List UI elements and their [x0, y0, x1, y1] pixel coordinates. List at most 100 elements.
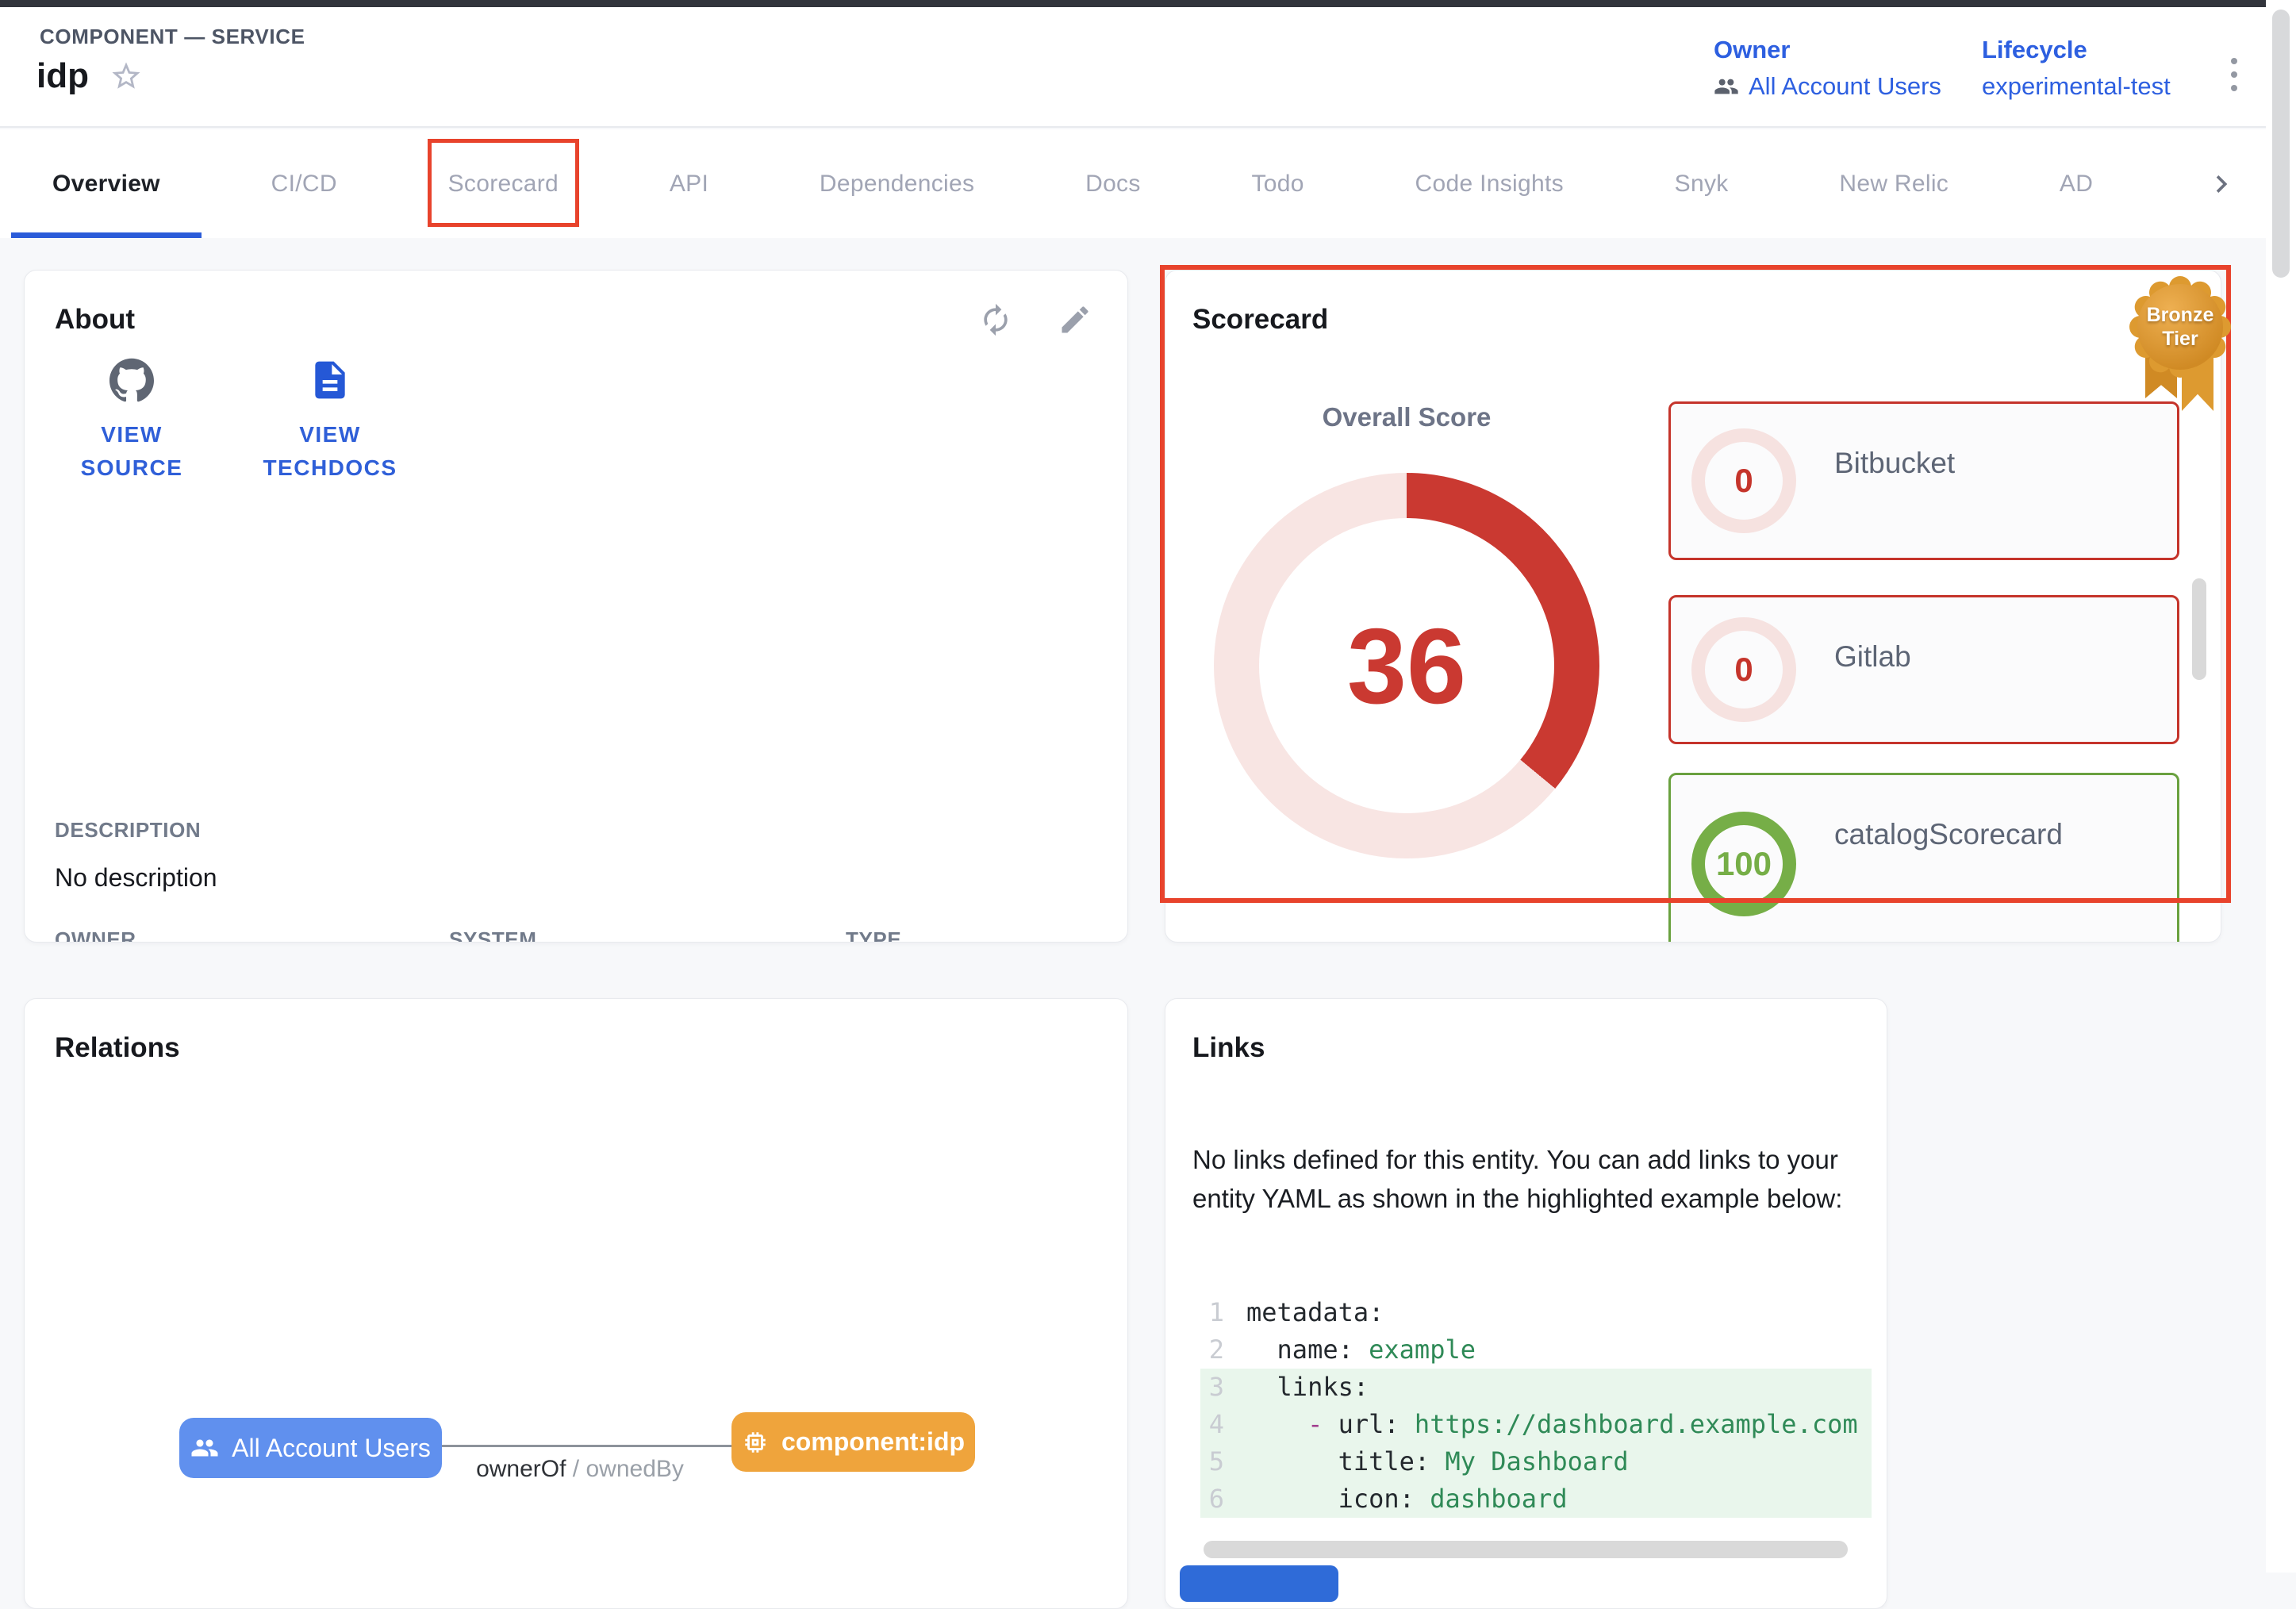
relations-card: Relations All Account Users component:id… [24, 998, 1128, 1609]
tab-code-insights[interactable]: Code Insights [1415, 129, 1564, 238]
star-icon[interactable] [109, 60, 143, 93]
description-value: No description [55, 863, 217, 893]
scorecard-item-label: Bitbucket [1834, 447, 1955, 480]
refresh-icon[interactable] [978, 302, 1013, 337]
tab-label: Dependencies [820, 171, 974, 198]
code-line-content: name: example [1246, 1331, 1476, 1369]
tab-label: Docs [1085, 171, 1141, 198]
scorecard-item-label: catalogScorecard [1834, 818, 2063, 851]
code-line-number: 1 [1200, 1294, 1246, 1331]
tab-label: New Relic [1839, 171, 1949, 198]
kebab-menu-icon[interactable] [2226, 53, 2242, 96]
code-line: 6 icon: dashboard [1200, 1480, 1872, 1518]
tab-label: Snyk [1675, 171, 1729, 198]
links-empty-text: No links defined for this entity. You ca… [1192, 1140, 1868, 1218]
description-label: DESCRIPTION [55, 818, 217, 843]
score-ring: 0 [1691, 428, 1796, 533]
code-line-number: 6 [1200, 1480, 1246, 1518]
tab-label: Todo [1251, 171, 1303, 198]
links-card: Links No links defined for this entity. … [1165, 998, 1887, 1609]
tab-label: Code Insights [1415, 171, 1564, 198]
code-line-number: 5 [1200, 1443, 1246, 1480]
tab-ad[interactable]: AD [2060, 129, 2093, 238]
tab-dependencies[interactable]: Dependencies [820, 129, 974, 238]
view-source-label: VIEW SOURCE [64, 418, 199, 485]
owner-label: Owner [1714, 36, 1941, 64]
code-line: 1metadata: [1200, 1294, 1872, 1331]
code-line: 3 links: [1200, 1369, 1872, 1406]
scorecard-item-bitbucket[interactable]: 0 Bitbucket [1668, 401, 2179, 560]
view-techdocs-link[interactable]: VIEW TECHDOCS [263, 358, 397, 485]
tab-scorecard[interactable]: Scorecard [448, 129, 559, 238]
github-icon [109, 358, 154, 402]
code-line-number: 3 [1200, 1369, 1246, 1406]
tab-new-relic[interactable]: New Relic [1839, 129, 1949, 238]
active-tab-underline [11, 232, 202, 238]
system-field-label: SYSTEM [449, 927, 649, 943]
relation-edge-line [437, 1445, 736, 1447]
tab-label: API [670, 171, 708, 198]
lifecycle-value: experimental-test [1982, 72, 2171, 101]
links-title: Links [1192, 1032, 1265, 1064]
tab-label: Overview [52, 171, 160, 198]
owner-link[interactable]: All Account Users [1714, 72, 1941, 101]
relation-node-component[interactable]: component:idp [731, 1412, 975, 1472]
scorecard-item-list: 0 Bitbucket 0 Gitlab 100 catalogScorecard [1668, 271, 2179, 943]
tab-bar: Overview CI/CD Scorecard API Dependencies Doc… [0, 129, 2266, 238]
page-scrollbar-track [2266, 0, 2296, 1573]
people-icon [1714, 74, 1739, 99]
tab-label: Scorecard [448, 171, 559, 198]
scorecard-item-label: Gitlab [1834, 640, 1911, 674]
entity-header: COMPONENT — SERVICE idp Owner All Accoun… [0, 7, 2266, 128]
edit-pencil-icon[interactable] [1058, 302, 1092, 337]
scorecard-item-catalogscorecard[interactable]: 100 catalogScorecard [1668, 773, 2179, 943]
header-lifecycle-block: Lifecycle experimental-test [1982, 36, 2171, 101]
about-card: About VIEW SOURCE VIEW TECHDOCS DESCRIPT… [24, 270, 1128, 943]
breadcrumb: COMPONENT — SERVICE [40, 25, 305, 49]
scorecard-list-scrollbar[interactable] [2192, 578, 2206, 680]
code-line-content: links: [1246, 1369, 1369, 1406]
code-line: 2 name: example [1200, 1331, 1872, 1369]
header-owner-block: Owner All Account Users [1714, 36, 1941, 101]
page-title: idp [36, 56, 89, 96]
tab-docs[interactable]: Docs [1085, 129, 1141, 238]
scorecard-card: Scorecard Overall Score 36 0Bitbucket0Gi… [1165, 270, 2221, 943]
tab-ci-cd[interactable]: CI/CD [271, 129, 337, 238]
tab-todo[interactable]: Todo [1251, 129, 1303, 238]
lifecycle-label: Lifecycle [1982, 36, 2171, 64]
view-source-link[interactable]: VIEW SOURCE [64, 358, 199, 485]
relations-title: Relations [55, 1032, 180, 1064]
code-line-number: 4 [1200, 1406, 1246, 1443]
overall-score-value: 36 [1214, 473, 1599, 858]
owner-field-label: OWNER [55, 927, 290, 943]
relation-node-owner[interactable]: All Account Users [179, 1418, 442, 1478]
techdocs-document-icon [308, 358, 352, 402]
bronze-tier-badge: Bronze Tier [2131, 278, 2229, 413]
code-line: 4 - url: https://dashboard.example.com [1200, 1406, 1872, 1443]
links-action-button[interactable] [1180, 1565, 1338, 1602]
code-line-content: - url: https://dashboard.example.com [1246, 1406, 1858, 1443]
medal-icon: Bronze Tier [2137, 284, 2223, 370]
code-line: 5 title: My Dashboard [1200, 1443, 1872, 1480]
tab-overview[interactable]: Overview [52, 129, 160, 238]
score-ring: 0 [1691, 617, 1796, 722]
chevron-right-icon[interactable] [2204, 129, 2239, 238]
score-ring: 100 [1691, 812, 1796, 916]
scorecard-item-gitlab[interactable]: 0 Gitlab [1668, 595, 2179, 744]
relation-edge-label: ownerOf / ownedBy [421, 1456, 739, 1483]
tab-snyk[interactable]: Snyk [1675, 129, 1729, 238]
yaml-code-block: 1metadata:2 name: example3 links:4 - url… [1200, 1294, 1872, 1527]
code-horizontal-scrollbar[interactable] [1204, 1541, 1848, 1558]
scorecard-title: Scorecard [1192, 304, 1328, 336]
code-line-content: title: My Dashboard [1246, 1443, 1629, 1480]
tab-api[interactable]: API [670, 129, 708, 238]
owner-value: All Account Users [1749, 72, 1941, 101]
page-scrollbar-thumb[interactable] [2272, 10, 2290, 278]
about-title: About [55, 304, 135, 336]
view-techdocs-label: VIEW TECHDOCS [263, 418, 397, 485]
code-line-content: metadata: [1246, 1294, 1384, 1331]
type-field-label: TYPE [846, 927, 933, 943]
people-icon [190, 1434, 219, 1462]
tab-label: CI/CD [271, 171, 337, 198]
chip-icon [742, 1429, 769, 1456]
